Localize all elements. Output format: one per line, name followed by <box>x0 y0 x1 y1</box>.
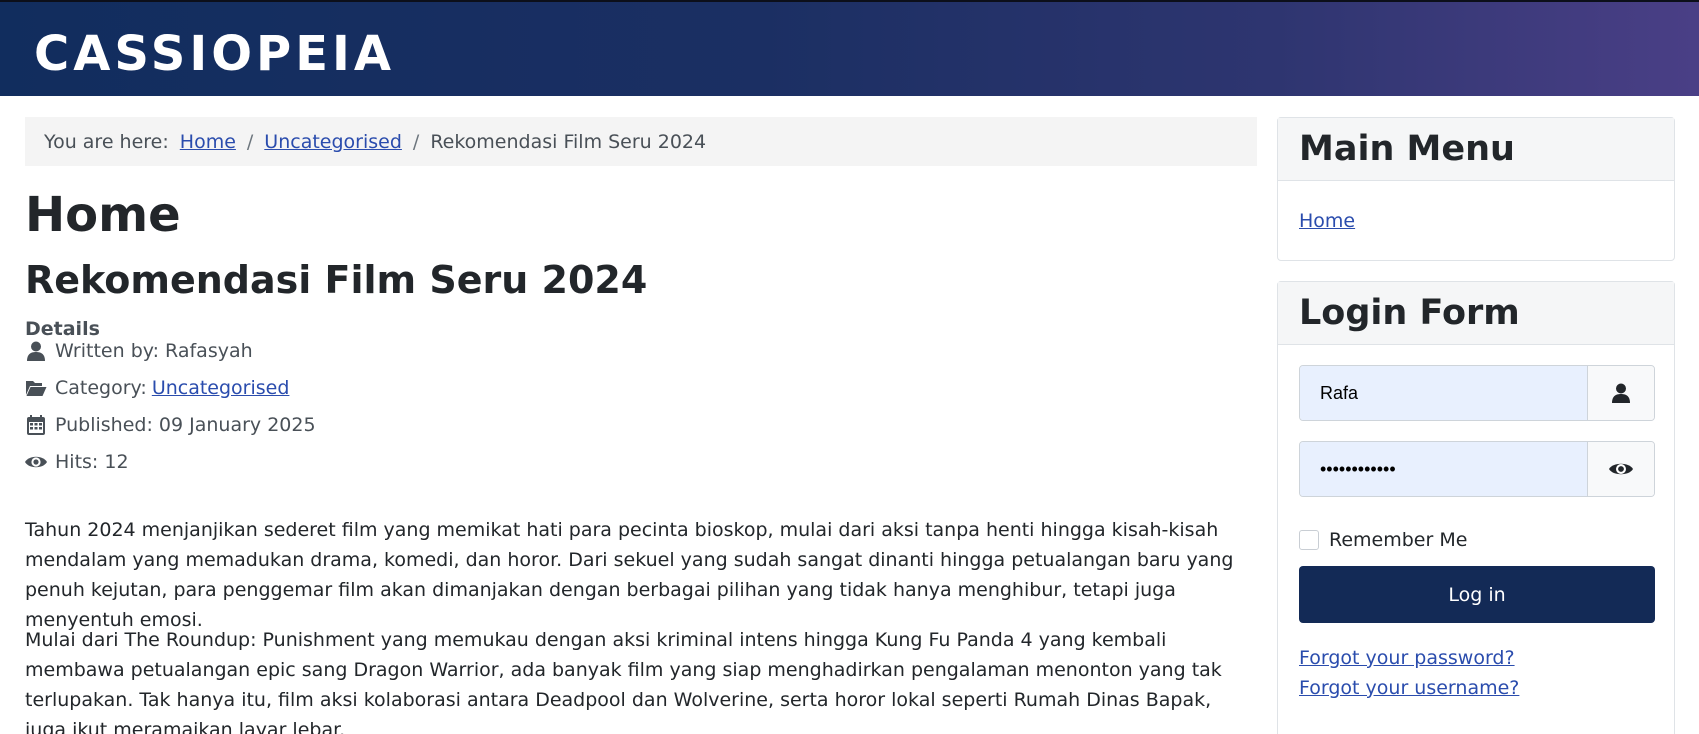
main-menu-title: Main Menu <box>1278 118 1674 181</box>
meta-hits: Hits: 12 <box>25 448 129 476</box>
remember-me-label[interactable]: Remember Me <box>1329 529 1467 551</box>
meta-category-label: Category: <box>55 377 147 399</box>
login-button[interactable]: Log in <box>1299 566 1655 623</box>
main-menu-item-home[interactable]: Home <box>1299 210 1355 232</box>
password-input[interactable] <box>1300 442 1587 496</box>
breadcrumb-separator: / <box>246 130 254 153</box>
breadcrumb-separator: / <box>412 130 420 153</box>
breadcrumb: You are here: Home / Uncategorised / Rek… <box>25 117 1257 166</box>
user-icon <box>1587 366 1654 420</box>
folder-open-icon <box>25 377 47 399</box>
meta-hits-text: Hits: 12 <box>55 451 129 473</box>
remember-me: Remember Me <box>1299 529 1467 551</box>
username-group <box>1299 365 1655 421</box>
page-heading: Home <box>25 187 181 243</box>
meta-category-link[interactable]: Uncategorised <box>152 377 290 399</box>
meta-author: Written by: Rafasyah <box>25 337 253 365</box>
forgot-password-link[interactable]: Forgot your password? <box>1299 647 1515 669</box>
login-form-title: Login Form <box>1278 282 1674 345</box>
forgot-username-link[interactable]: Forgot your username? <box>1299 677 1519 699</box>
article-title: Rekomendasi Film Seru 2024 <box>25 258 648 302</box>
meta-category: Category: Uncategorised <box>25 374 289 402</box>
main-menu-card: Main Menu Home <box>1277 117 1675 261</box>
login-form-card: Login Form Remember Me Log in Forgot you… <box>1277 281 1675 734</box>
eye-icon[interactable] <box>1587 442 1654 496</box>
article-paragraph: Mulai dari The Roundup: Punishment yang … <box>25 629 1222 734</box>
eye-icon <box>25 451 47 473</box>
breadcrumb-current: Rekomendasi Film Seru 2024 <box>430 130 707 153</box>
user-icon <box>25 340 47 362</box>
breadcrumb-link-home[interactable]: Home <box>180 131 236 153</box>
password-group <box>1299 441 1655 497</box>
article-paragraph: Tahun 2024 menjanjikan sederet film yang… <box>25 519 1234 631</box>
remember-me-checkbox[interactable] <box>1299 530 1319 550</box>
calendar-icon <box>25 414 47 436</box>
breadcrumb-prefix: You are here: <box>44 130 169 153</box>
site-brand[interactable]: CASSIOPEIA <box>34 24 395 84</box>
username-input[interactable] <box>1300 366 1587 420</box>
meta-published-text: Published: 09 January 2025 <box>55 414 316 436</box>
site-header: CASSIOPEIA <box>0 0 1699 96</box>
meta-author-text: Written by: Rafasyah <box>55 340 253 362</box>
meta-published: Published: 09 January 2025 <box>25 411 316 439</box>
breadcrumb-link-uncategorised[interactable]: Uncategorised <box>264 131 402 153</box>
